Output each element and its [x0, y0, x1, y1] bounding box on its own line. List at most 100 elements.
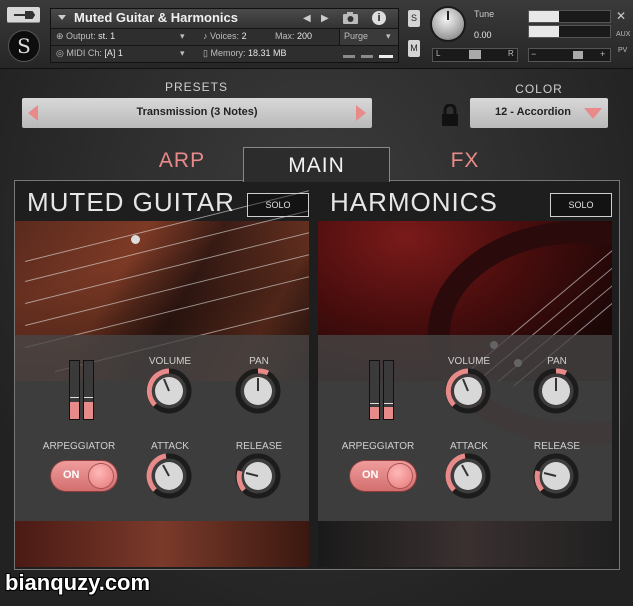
camera-icon[interactable] — [340, 11, 362, 26]
aux-label[interactable]: AUX — [616, 31, 630, 38]
arpeggiator-toggle-label: ON — [63, 469, 80, 481]
arpeggiator-toggle[interactable]: ON — [350, 461, 416, 491]
master-volume-slider[interactable]: − + — [528, 48, 611, 62]
solo-button-muted-guitar[interactable]: SOLO — [247, 193, 309, 217]
master-pan-slider[interactable]: L R — [432, 48, 518, 62]
pv-label[interactable]: PV — [618, 47, 627, 54]
close-icon[interactable]: ✕ — [616, 9, 626, 23]
tab-main[interactable]: MAIN — [243, 147, 390, 182]
output-label: Output: — [66, 31, 96, 41]
solo-instrument-button[interactable]: S — [408, 10, 420, 27]
preset-next-icon[interactable] — [356, 105, 366, 121]
volume-handle[interactable] — [573, 51, 583, 59]
level-meter-fill — [84, 402, 93, 419]
volume-plus-icon[interactable]: + — [600, 49, 605, 59]
release-label: RELEASE — [533, 441, 581, 452]
disk-meter — [361, 55, 373, 58]
level-meter-fill — [370, 407, 379, 419]
volume-label: VOLUME — [447, 356, 491, 367]
solo-button-harmonics[interactable]: SOLO — [550, 193, 612, 217]
volume-minus-icon[interactable]: − — [531, 49, 536, 59]
output-value: st. 1 — [98, 31, 116, 41]
kontakt-header: S Muted Guitar & Harmonics ◀ ▶ i ⊕ Outpu… — [0, 0, 633, 69]
instrument-title: Muted Guitar & Harmonics — [74, 10, 238, 25]
muted-guitar-panel: MUTED GUITAR SOLO VOLUME PAN ARPEGGIATOR… — [15, 181, 309, 567]
muted-guitar-controls: VOLUME PAN ARPEGGIATOR ON ATTACK RELEASE — [15, 335, 309, 521]
volume-knob[interactable] — [146, 368, 192, 414]
instrument-header-panel: Muted Guitar & Harmonics ◀ ▶ i ⊕ Output:… — [50, 8, 399, 63]
collapse-arrow-icon[interactable] — [58, 15, 66, 20]
color-name: 12 - Accordion — [495, 106, 571, 118]
arpeggiator-label: ARPEGGIATOR — [42, 441, 116, 452]
release-label: RELEASE — [235, 441, 283, 452]
cpu-meter — [343, 55, 355, 58]
level-meter — [69, 360, 80, 420]
memory-value: 18.31 MB — [247, 48, 287, 58]
release-knob[interactable] — [235, 453, 281, 499]
panel-title-muted-guitar: MUTED GUITAR — [27, 187, 235, 217]
wrench-icon[interactable] — [7, 7, 40, 23]
prev-instrument-icon[interactable]: ◀ — [303, 13, 311, 24]
pan-knob[interactable] — [533, 368, 579, 414]
preset-selector[interactable]: Transmission (3 Notes) — [22, 98, 372, 128]
voices-label: Voices: — [210, 31, 240, 41]
release-knob[interactable] — [533, 453, 579, 499]
tab-arp[interactable]: ARP — [122, 149, 242, 179]
pan-handle[interactable] — [469, 50, 481, 59]
level-meter-left — [528, 10, 611, 23]
level-meter-fill — [384, 407, 393, 419]
output-field[interactable]: ⊕ Output: st. 1 — [56, 31, 115, 42]
attack-knob[interactable] — [445, 453, 491, 499]
memory-label: Memory: — [210, 48, 246, 58]
level-meter — [369, 360, 380, 420]
tab-fx[interactable]: FX — [405, 149, 525, 179]
midi-dropdown-icon[interactable]: ▾ — [180, 48, 185, 59]
level-meter-right — [528, 25, 611, 38]
voices-value: 2 — [241, 31, 247, 41]
max-voices-field[interactable]: Max: 200 — [275, 31, 312, 41]
purge-dropdown-icon: ▾ — [386, 31, 391, 41]
memory-field: ▯ Memory: 18.31 MB — [203, 48, 287, 58]
preset-name: Transmission (3 Notes) — [136, 106, 258, 118]
max-value: 200 — [297, 31, 313, 41]
midi-value: [A] 1 — [104, 48, 123, 58]
pan-label: PAN — [547, 356, 567, 367]
purge-label: Purge — [344, 31, 369, 41]
output-dropdown-icon[interactable]: ▾ — [180, 31, 185, 42]
midi-row: ◎ MIDI Ch: [A] 1 ▾ ▯ Memory: 18.31 MB — [51, 45, 398, 62]
arpeggiator-toggle[interactable]: ON — [51, 461, 117, 491]
pan-label: PAN — [249, 356, 269, 367]
attack-label: ATTACK — [151, 441, 189, 452]
chevron-down-icon[interactable] — [584, 108, 602, 119]
watermark-text: bianquzy.com — [5, 570, 151, 595]
tune-label: Tune — [474, 9, 495, 19]
info-icon[interactable]: i — [372, 11, 386, 25]
level-meter — [383, 360, 394, 420]
memory-meter — [379, 55, 393, 58]
color-selector[interactable]: 12 - Accordion — [470, 98, 608, 128]
lock-icon[interactable] — [440, 103, 460, 126]
purge-button[interactable]: Purge ▾ — [339, 29, 398, 45]
arpeggiator-label: ARPEGGIATOR — [341, 441, 415, 452]
level-meter-fill — [70, 402, 79, 419]
max-label: Max: — [275, 31, 295, 41]
harmonics-controls: VOLUME PAN ARPEGGIATOR ON ATTACK RELEASE — [318, 335, 612, 521]
guitar-body-image — [15, 521, 309, 567]
panel-title-harmonics: HARMONICS — [330, 187, 498, 217]
toggle-knob — [89, 464, 113, 488]
harmonics-panel: HARMONICS SOLO VOLUME PAN ARPEGGIATOR ON… — [318, 181, 612, 567]
midi-channel-field[interactable]: ◎ MIDI Ch: [A] 1 — [56, 48, 123, 59]
attack-knob[interactable] — [146, 453, 192, 499]
voices-field: ♪ Voices: 2 — [203, 31, 247, 41]
instrument-title-bar: Muted Guitar & Harmonics ◀ ▶ i — [51, 9, 398, 28]
toggle-knob — [388, 464, 412, 488]
tune-value: 0.00 — [474, 30, 492, 40]
next-instrument-icon[interactable]: ▶ — [321, 13, 329, 24]
output-row: ⊕ Output: st. 1 ▾ ♪ Voices: 2 Max: 200 P… — [51, 28, 398, 45]
tune-knob[interactable] — [432, 8, 464, 40]
volume-knob[interactable] — [445, 368, 491, 414]
mute-instrument-button[interactable]: M — [408, 40, 420, 57]
pan-knob[interactable] — [235, 368, 281, 414]
arpeggiator-toggle-label: ON — [362, 469, 379, 481]
brand-logo-icon: S — [8, 30, 40, 62]
